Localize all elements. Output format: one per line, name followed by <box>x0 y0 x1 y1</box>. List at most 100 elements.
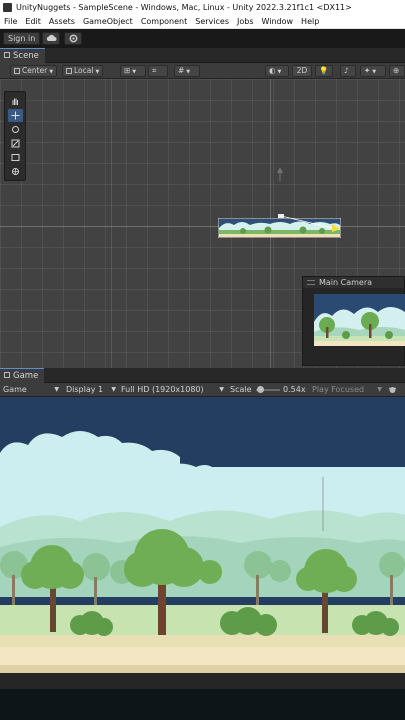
scale-value: 0.54x <box>283 385 306 394</box>
scale-tool-icon <box>11 139 20 148</box>
chevron-down-icon: ▼ <box>186 69 191 75</box>
main-toolbar: Sign in <box>0 29 405 48</box>
camera-preview-title: Main Camera <box>319 278 373 287</box>
pivot-center-label: Center <box>22 66 48 75</box>
rect-tool-icon <box>11 154 20 161</box>
camera-preview-window: Main Camera <box>302 276 405 366</box>
scene-toolbar: Center ▼ Local ▼ ⊞ ▼ ⌗ # ▼ ◐ ▼ 2D 💡 ♪ ✦ ▼ ⊕ <box>0 63 405 79</box>
scale-label: Scale <box>230 385 252 394</box>
resolution-value: Full HD (1920x1080) <box>121 385 204 394</box>
scene-tab-bar: Scene <box>0 48 405 63</box>
scene-gizmo-arrow <box>277 167 283 181</box>
tool-palette <box>4 91 26 181</box>
gear-icon <box>69 34 77 43</box>
game-tab-bar: Game <box>0 368 405 383</box>
lightbulb-icon: 💡 <box>319 66 329 75</box>
hand-tool[interactable] <box>8 95 23 108</box>
menu-file[interactable]: File <box>0 15 21 28</box>
gizmos-icon: ⊕ <box>393 66 400 75</box>
menu-bar: File Edit Assets GameObject Component Se… <box>0 15 405 29</box>
rotate-tool-icon <box>12 126 19 133</box>
tab-scene[interactable]: Scene <box>0 48 45 63</box>
chevron-down-icon: ▼ <box>372 69 377 75</box>
chevron-down-icon: ▼ <box>49 69 54 75</box>
menu-jobs[interactable]: Jobs <box>233 15 258 28</box>
pivot-center-toggle[interactable]: Center ▼ <box>10 65 58 77</box>
draw-mode-button[interactable]: ◐ ▼ <box>265 65 289 77</box>
resolution-dropdown[interactable]: Full HD (1920x1080) ▼ <box>121 383 224 397</box>
game-settings-button[interactable] <box>388 383 402 397</box>
view-mode-dropdown[interactable]: Game ▼ <box>3 383 59 397</box>
play-mode-value: Play Focused <box>312 385 365 394</box>
grid-line <box>111 79 112 368</box>
unity-logo-icon <box>3 3 12 12</box>
play-mode-dropdown[interactable]: Play Focused ▼ <box>312 383 382 397</box>
chevron-down-icon: ▼ <box>277 69 282 75</box>
chevron-down-icon: ▼ <box>219 386 224 393</box>
snap-icon: ⌗ <box>152 66 157 75</box>
camera-preview-image <box>314 294 405 346</box>
space-local-label: Local <box>74 66 94 75</box>
grid-visibility-button[interactable]: # ▼ <box>174 65 200 77</box>
menu-services[interactable]: Services <box>191 15 233 28</box>
cloud-icon <box>46 34 56 41</box>
view-mode-value: Game <box>3 385 27 394</box>
2d-mode-toggle[interactable]: 2D <box>292 65 312 77</box>
sign-in-button[interactable]: Sign in <box>3 32 41 45</box>
rotate-tool[interactable] <box>8 123 23 136</box>
game-tab-icon <box>4 372 10 378</box>
game-scene-render <box>0 397 405 673</box>
chevron-down-icon: ▼ <box>54 386 59 393</box>
grid-snap-button[interactable]: ⊞ ▼ <box>120 65 146 77</box>
scale-slider-thumb[interactable] <box>257 386 264 393</box>
camera-preview-title-bar: Main Camera <box>303 277 404 288</box>
move-tool[interactable] <box>8 109 23 122</box>
window-title-bar: UnityNuggets - SampleScene - Windows, Ma… <box>0 0 405 15</box>
local-space-icon <box>66 68 72 74</box>
effects-toggle[interactable]: ✦ ▼ <box>360 65 386 77</box>
chevron-down-icon: ▼ <box>132 69 137 75</box>
game-view[interactable] <box>0 397 405 673</box>
snap-increment-button[interactable]: ⌗ <box>148 65 168 77</box>
cloud-button[interactable] <box>42 32 60 45</box>
menu-component[interactable]: Component <box>137 15 191 28</box>
scene-view[interactable]: Main Camera <box>0 79 405 368</box>
menu-edit[interactable]: Edit <box>21 15 45 28</box>
game-toolbar: Game ▼ Display 1 ▼ Full HD (1920x1080) ▼ Sc… <box>0 383 405 397</box>
audio-toggle[interactable]: ♪ <box>340 65 356 77</box>
scale-slider[interactable] <box>256 383 280 397</box>
transform-tool[interactable] <box>8 165 23 178</box>
drag-handle-icon[interactable] <box>307 280 315 285</box>
grid-icon: # <box>178 66 185 75</box>
scale-tool[interactable] <box>8 137 23 150</box>
move-gizmo-handle[interactable] <box>262 212 346 236</box>
video-overlay-bar <box>0 689 405 720</box>
display-dropdown[interactable]: Display 1 ▼ <box>66 383 116 397</box>
draw-mode-icon: ◐ <box>269 66 276 75</box>
chevron-down-icon: ▼ <box>111 386 116 393</box>
move-tool-icon <box>11 111 20 120</box>
menu-window[interactable]: Window <box>258 15 298 28</box>
audio-icon: ♪ <box>344 66 349 75</box>
hand-tool-icon <box>12 98 18 105</box>
tab-game[interactable]: Game <box>0 368 45 383</box>
display-value: Display 1 <box>66 385 104 394</box>
pivot-icon <box>14 68 20 74</box>
menu-gameobject[interactable]: GameObject <box>79 15 137 28</box>
lighting-toggle[interactable]: 💡 <box>315 65 333 77</box>
rect-tool[interactable] <box>8 151 23 164</box>
game-view-footer <box>0 673 405 689</box>
scene-tab-icon <box>4 52 10 58</box>
transform-tool-icon <box>12 168 19 175</box>
gizmos-toggle[interactable]: ⊕ <box>389 65 405 77</box>
space-local-toggle[interactable]: Local ▼ <box>62 65 104 77</box>
collab-button[interactable] <box>64 32 82 45</box>
menu-assets[interactable]: Assets <box>45 15 79 28</box>
effects-icon: ✦ <box>364 66 371 75</box>
chevron-down-icon: ▼ <box>377 386 382 393</box>
tab-scene-label: Scene <box>13 51 39 61</box>
chevron-down-icon: ▼ <box>95 69 100 75</box>
menu-help[interactable]: Help <box>297 15 323 28</box>
tab-game-label: Game <box>13 371 39 381</box>
grid-snap-icon: ⊞ <box>124 66 131 75</box>
